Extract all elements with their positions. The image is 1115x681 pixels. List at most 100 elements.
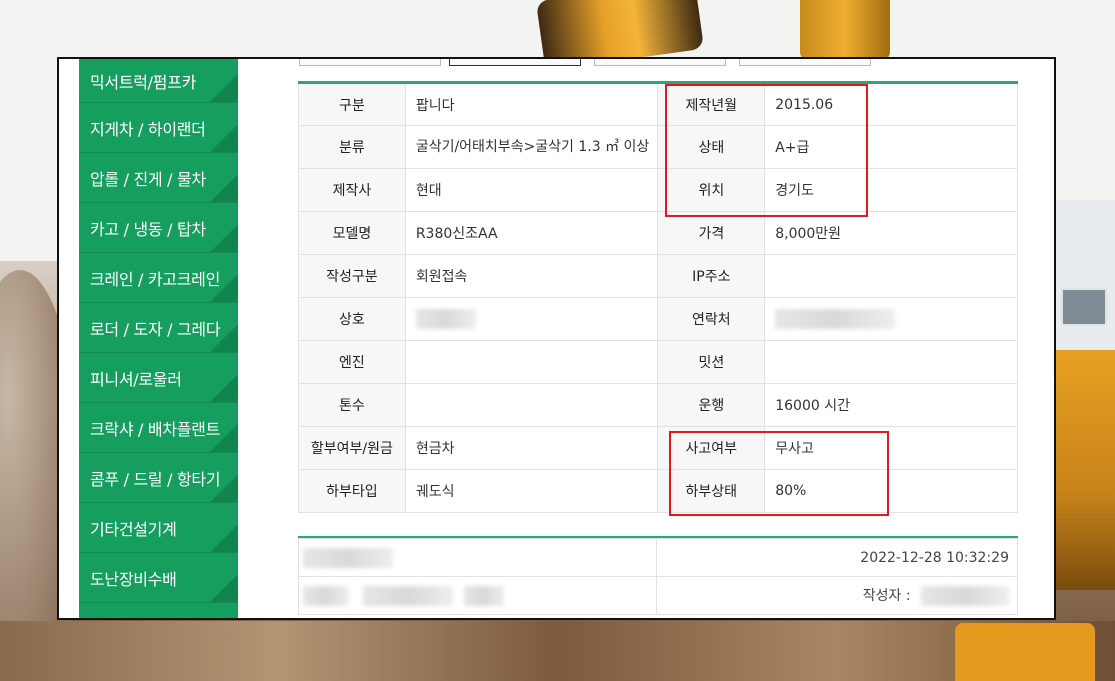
spec-value: 굴삭기/어태치부속>굴삭기 1.3 ㎥ 이상 [404,125,659,169]
sidebar-item-label: 압롤 / 진게 / 물차 [90,169,206,189]
spec-label: 상호 [298,297,406,341]
spec-table-wrap: 구분 팝니다 제작년월 2015.06 분류 굴삭기/어태치부속>굴삭기 1.3… [298,81,1018,513]
table-row: 엔진 밋션 [298,340,1018,384]
sidebar-item-crusher[interactable]: 크락샤 / 배차플랜트 [79,403,238,453]
sidebar-item-label: 크레인 / 카고크레인 [90,269,221,289]
post-datetime: 2022-12-28 10:32:29 [656,538,1018,577]
spec-table: 구분 팝니다 제작년월 2015.06 분류 굴삭기/어태치부속>굴삭기 1.3… [298,81,1018,513]
redacted-info [298,576,657,615]
table-row: 할부여부/원금 현금차 사고여부 무사고 [298,426,1018,470]
redacted-title [298,538,657,577]
sidebar-item-forklift[interactable]: 지게차 / 하이랜더 [79,103,238,153]
spec-value: A+급 [764,125,1018,169]
table-row: 톤수 운행 16000 시간 [298,383,1018,427]
category-sidebar: 믹서트럭/펌프카 지게차 / 하이랜더 압롤 / 진게 / 물차 카고 / 냉동… [79,59,238,618]
author-label: 작성자 : [862,588,911,604]
sidebar-item-roll[interactable]: 압롤 / 진게 / 물차 [79,153,238,203]
background-machine [1055,350,1115,590]
sidebar-item-label: 카고 / 냉동 / 탑차 [90,219,206,239]
sidebar-item-other[interactable]: 기타건설기계 [79,503,238,553]
spec-label: 상태 [657,125,766,169]
sidebar-item-stolen[interactable]: 도난장비수배 [79,553,238,603]
thumbnail[interactable] [449,59,581,66]
spec-value: 무사고 [764,426,1018,470]
background-excavator-arm [800,0,890,60]
redacted-company [415,309,476,329]
spec-label: 연락처 [657,297,766,341]
spec-label: 하부타입 [298,469,406,513]
redacted-author [921,586,1009,606]
spec-value: 2015.06 [764,82,1018,126]
author-cell: 작성자 : [656,576,1018,615]
sidebar-item-compressor[interactable]: 콤푸 / 드릴 / 항타기 [79,453,238,503]
spec-label: 밋션 [657,340,766,384]
redacted-block [463,585,504,606]
thumbnail[interactable] [299,59,441,66]
redacted-block [303,585,349,606]
spec-value: 경기도 [764,168,1018,212]
post-meta: 2022-12-28 10:32:29 작성자 : [298,536,1018,615]
spec-label: 톤수 [298,383,406,427]
table-row: 작성자 : [298,576,1018,615]
thumbnail[interactable] [739,59,871,66]
redacted-contact [775,309,896,329]
spec-value-redacted [764,297,1018,341]
spec-value: 팝니다 [404,82,659,126]
spec-value: 회원접속 [404,254,659,298]
spec-value [404,383,659,427]
sidebar-item-label: 피니셔/로울러 [90,369,182,389]
redacted-block [363,585,454,606]
spec-value: 궤도식 [404,469,659,513]
table-row: 모델명 R380신조AA 가격 8,000만원 [298,211,1018,255]
sidebar-item-label: 도난장비수배 [90,569,177,589]
sidebar-item-finisher[interactable]: 피니셔/로울러 [79,353,238,403]
table-row: 하부타입 궤도식 하부상태 80% [298,469,1018,513]
background-rocks [0,621,1115,681]
spec-value: 현대 [404,168,659,212]
sidebar-item-loader[interactable]: 로더 / 도자 / 그레다 [79,303,238,353]
spec-label: IP주소 [657,254,766,298]
spec-label: 제작사 [298,168,406,212]
spec-value: 현금차 [404,426,659,470]
spec-value [404,340,659,384]
spec-value [764,340,1018,384]
sidebar-item-label: 믹서트럭/펌프카 [90,72,197,92]
spec-label: 할부여부/원금 [298,426,406,470]
sidebar-item-label: 기타건설기계 [90,519,177,539]
background-window [1061,288,1107,326]
table-row: 상호 연락처 [298,297,1018,341]
sidebar-item-cargo[interactable]: 카고 / 냉동 / 탑차 [79,203,238,253]
spec-label: 사고여부 [657,426,766,470]
background-building [1054,200,1115,360]
spec-value-redacted [404,297,659,341]
sidebar-item-crane[interactable]: 크레인 / 카고크레인 [79,253,238,303]
spec-label: 작성구분 [298,254,406,298]
spec-value: 80% [764,469,1018,513]
sidebar-item-mixer[interactable]: 믹서트럭/펌프카 [79,59,238,103]
table-row: 2022-12-28 10:32:29 [298,538,1018,577]
spec-value: 8,000만원 [764,211,1018,255]
table-row: 분류 굴삭기/어태치부속>굴삭기 1.3 ㎥ 이상 상태 A+급 [298,125,1018,169]
spec-label: 모델명 [298,211,406,255]
spec-label: 위치 [657,168,766,212]
sidebar-item-label: 지게차 / 하이랜더 [90,119,206,139]
sidebar-item-label: 콤푸 / 드릴 / 항타기 [90,469,221,489]
spec-label: 운행 [657,383,766,427]
sidebar-item-label: 크락샤 / 배차플랜트 [90,419,221,439]
spec-value [764,254,1018,298]
spec-label: 하부상태 [657,469,766,513]
spec-label: 가격 [657,211,766,255]
table-row: 제작사 현대 위치 경기도 [298,168,1018,212]
meta-table: 2022-12-28 10:32:29 작성자 : [298,538,1018,615]
spec-value: R380신조AA [404,211,659,255]
table-row: 작성구분 회원접속 IP주소 [298,254,1018,298]
spec-label: 구분 [298,82,406,126]
background-bucket [955,623,1095,681]
sidebar-item-label: 로더 / 도자 / 그레다 [90,319,221,339]
spec-value: 16000 시간 [764,383,1018,427]
listing-window: 믹서트럭/펌프카 지게차 / 하이랜더 압롤 / 진게 / 물차 카고 / 냉동… [57,57,1056,620]
table-row: 구분 팝니다 제작년월 2015.06 [298,82,1018,126]
spec-label: 제작년월 [657,82,766,126]
thumbnail[interactable] [594,59,726,66]
redacted-block [303,547,393,568]
